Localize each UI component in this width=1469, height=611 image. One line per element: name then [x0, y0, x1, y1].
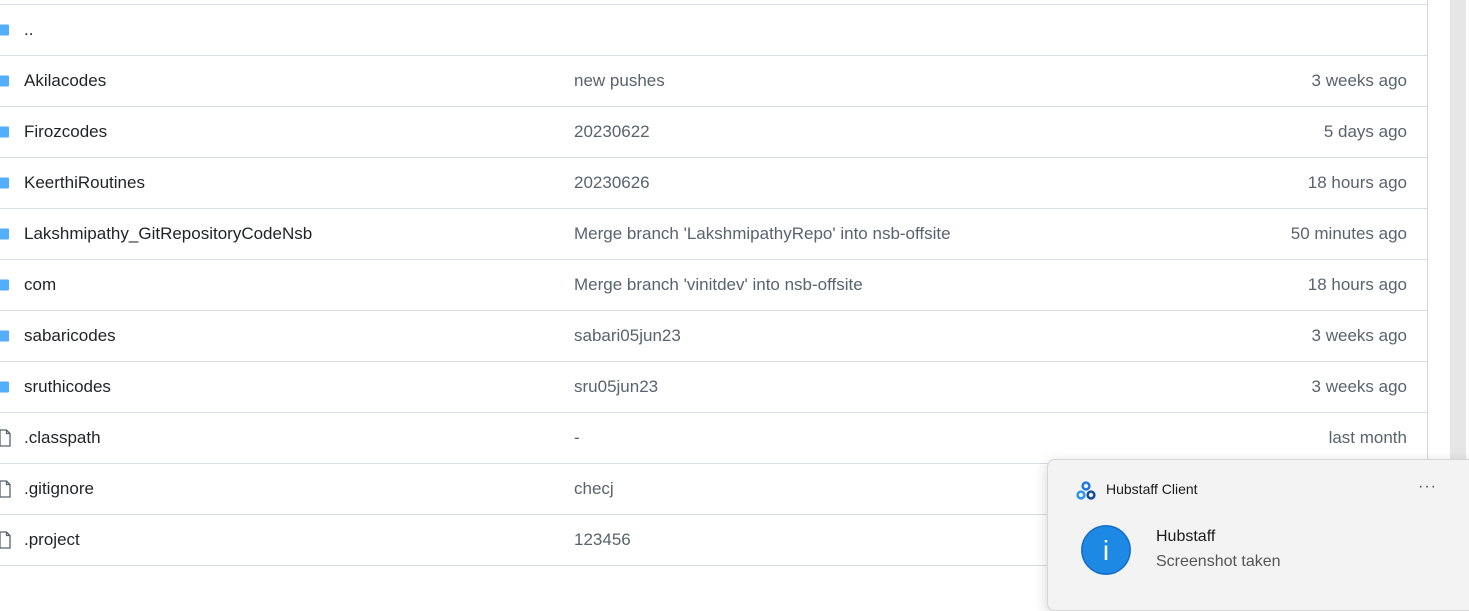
file-icon	[0, 429, 11, 447]
commit-age: 3 weeks ago	[1311, 326, 1407, 345]
file-name[interactable]: Akilacodes	[24, 71, 106, 91]
file-name[interactable]: sruthicodes	[24, 377, 111, 397]
hubstaff-notification[interactable]: Hubstaff Client ··· i Hubstaff Screensho…	[1047, 459, 1469, 611]
commit-message[interactable]: 20230622	[574, 122, 650, 142]
commit-age: 18 hours ago	[1307, 173, 1407, 192]
notification-app-name: Hubstaff Client	[1106, 481, 1198, 497]
commit-message[interactable]: checj	[574, 479, 614, 499]
folder-icon	[0, 24, 9, 36]
file-name[interactable]: .project	[24, 530, 80, 550]
table-row[interactable]: sruthicodes sru05jun23 3 weeks ago	[0, 362, 1427, 413]
hubstaff-logo-icon	[1076, 481, 1096, 500]
folder-icon	[0, 177, 9, 189]
table-row[interactable]: com Merge branch 'vinitdev' into nsb-off…	[0, 260, 1427, 311]
commit-age: 3 weeks ago	[1311, 377, 1407, 396]
file-name[interactable]: com	[24, 275, 56, 295]
file-name[interactable]: KeerthiRoutines	[24, 173, 145, 193]
table-row[interactable]: Lakshmipathy_GitRepositoryCodeNsb Merge …	[0, 209, 1427, 260]
file-name[interactable]: .gitignore	[24, 479, 94, 499]
folder-icon	[0, 126, 9, 138]
commit-message[interactable]: sabari05jun23	[574, 326, 681, 346]
commit-message[interactable]: 123456	[574, 530, 631, 550]
table-row[interactable]: .classpath - last month	[0, 413, 1427, 464]
notification-body: Screenshot taken	[1156, 553, 1281, 570]
file-name[interactable]: .classpath	[24, 428, 101, 448]
file-name[interactable]: ..	[24, 20, 33, 40]
commit-message[interactable]: new pushes	[574, 71, 665, 91]
commit-age: last month	[1328, 428, 1407, 447]
folder-icon	[0, 381, 9, 393]
commit-message[interactable]: -	[574, 428, 580, 448]
file-name[interactable]: sabaricodes	[24, 326, 116, 346]
folder-icon	[0, 75, 9, 87]
notification-title: Hubstaff	[1156, 528, 1216, 545]
file-name[interactable]: Lakshmipathy_GitRepositoryCodeNsb	[24, 224, 312, 244]
commit-message[interactable]: Merge branch 'LakshmipathyRepo' into nsb…	[574, 224, 951, 244]
commit-message[interactable]: sru05jun23	[574, 377, 658, 397]
table-row[interactable]: Akilacodes new pushes 3 weeks ago	[0, 56, 1427, 107]
file-icon	[0, 480, 11, 498]
table-row[interactable]: KeerthiRoutines 20230626 18 hours ago	[0, 158, 1427, 209]
commit-age: 50 minutes ago	[1290, 224, 1407, 243]
commit-age: 3 weeks ago	[1311, 71, 1407, 90]
table-row[interactable]: ..	[0, 5, 1427, 56]
commit-age: 18 hours ago	[1307, 275, 1407, 294]
table-row[interactable]: Firozcodes 20230622 5 days ago	[0, 107, 1427, 158]
info-icon: i	[1081, 525, 1131, 575]
folder-icon	[0, 228, 9, 240]
file-name[interactable]: Firozcodes	[24, 122, 107, 142]
folder-icon	[0, 330, 9, 342]
file-icon	[0, 531, 11, 549]
more-options-icon[interactable]: ···	[1418, 478, 1437, 496]
folder-icon	[0, 279, 9, 291]
table-row[interactable]: sabaricodes sabari05jun23 3 weeks ago	[0, 311, 1427, 362]
info-glyph: i	[1103, 535, 1109, 566]
commit-age: 5 days ago	[1323, 122, 1407, 141]
commit-message[interactable]: Merge branch 'vinitdev' into nsb-offsite	[574, 275, 863, 295]
commit-message[interactable]: 20230626	[574, 173, 650, 193]
